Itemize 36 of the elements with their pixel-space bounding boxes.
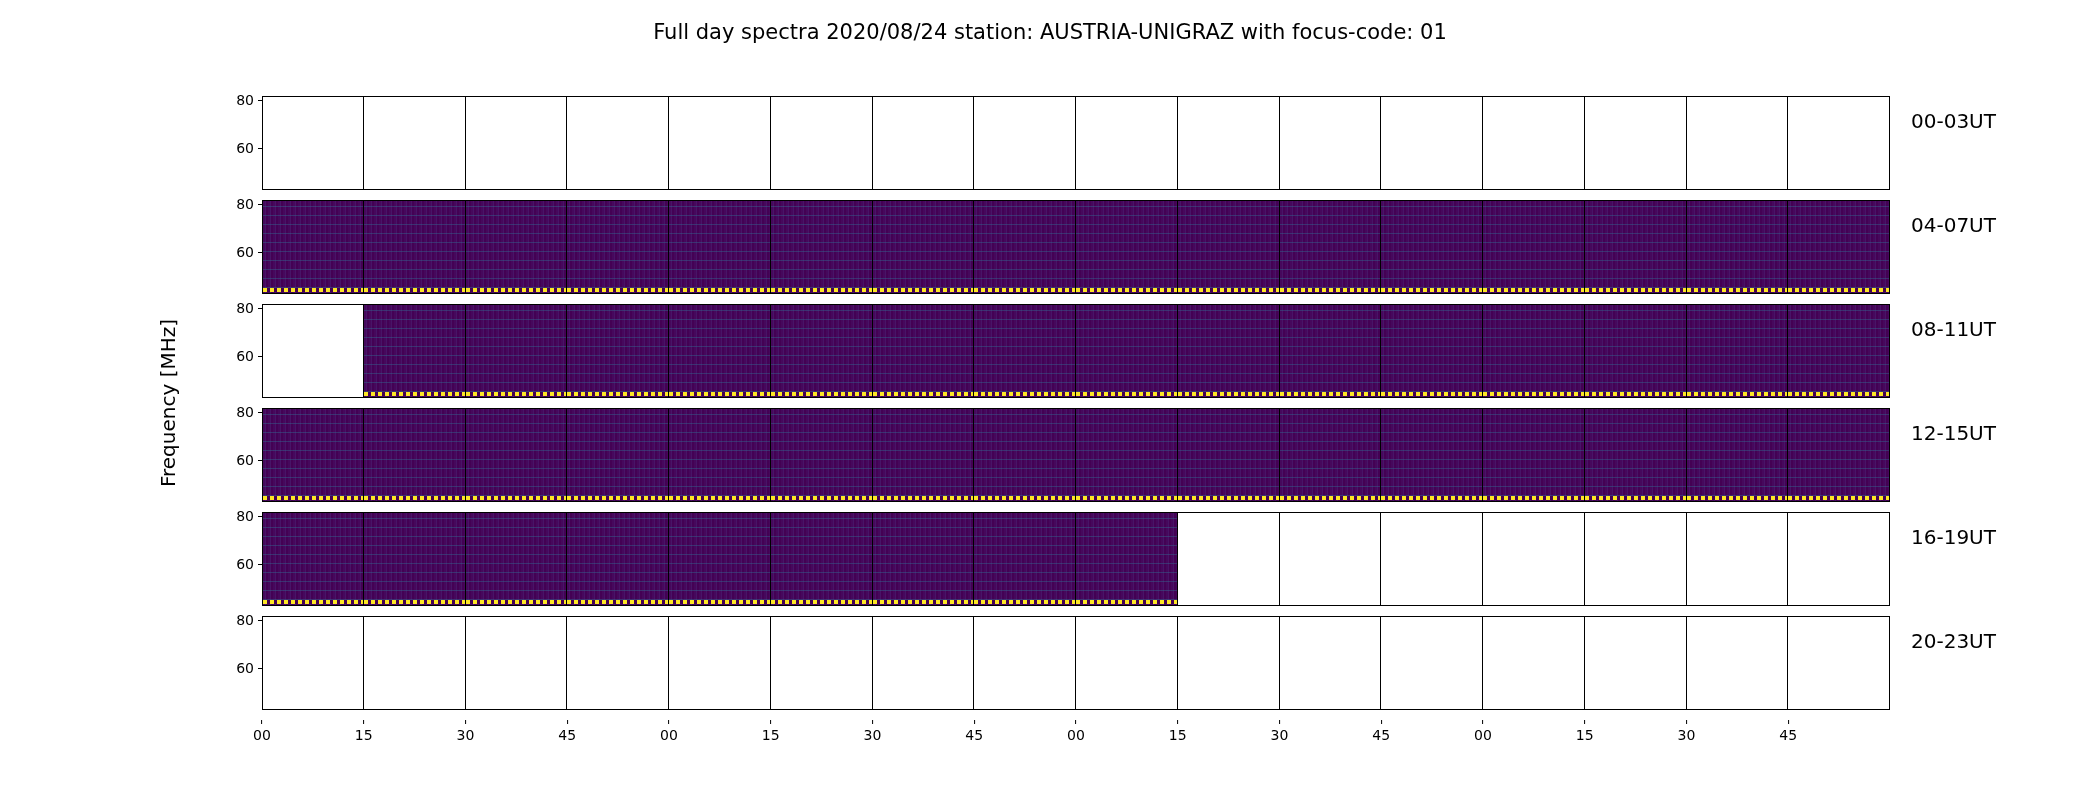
row-label: 04-07UT bbox=[1910, 212, 1997, 239]
chart-title: Full day spectra 2020/08/24 station: AUSTRIA-UNIGRAZ with focus-code: 01 bbox=[653, 20, 1447, 44]
x-tick-label: 15 bbox=[354, 720, 373, 743]
y-tick-label: 60 bbox=[236, 244, 262, 260]
y-tick-label: 60 bbox=[236, 140, 262, 156]
x-tick-label: 15 bbox=[761, 720, 780, 743]
y-tick-label: 80 bbox=[236, 612, 262, 628]
y-tick-label: 60 bbox=[236, 348, 262, 364]
y-tick-label: 60 bbox=[236, 452, 262, 468]
row-label: 00-03UT bbox=[1910, 108, 1997, 135]
x-tick-label: 00 bbox=[253, 720, 271, 743]
x-tick-label: 30 bbox=[456, 720, 475, 743]
x-tick-label: 15 bbox=[1575, 720, 1594, 743]
x-tick-label: 30 bbox=[1270, 720, 1289, 743]
row-label: 12-15UT bbox=[1910, 420, 1997, 447]
x-tick-label: 45 bbox=[1779, 720, 1798, 743]
x-tick-label: 15 bbox=[1168, 720, 1187, 743]
y-tick-label: 60 bbox=[236, 660, 262, 676]
x-tick-label: 45 bbox=[558, 720, 577, 743]
y-tick-label: 80 bbox=[236, 404, 262, 420]
y-tick-label: 80 bbox=[236, 300, 262, 316]
row-label: 16-19UT bbox=[1910, 524, 1997, 551]
x-tick-label: 45 bbox=[1372, 720, 1391, 743]
x-tick-label: 45 bbox=[965, 720, 984, 743]
x-tick-label: 00 bbox=[1474, 720, 1492, 743]
x-tick-label: 00 bbox=[660, 720, 678, 743]
y-tick-label: 60 bbox=[236, 556, 262, 572]
y-tick-label: 80 bbox=[236, 196, 262, 212]
x-tick-label: 30 bbox=[1677, 720, 1696, 743]
y-tick-label: 80 bbox=[236, 508, 262, 524]
x-tick-label: 30 bbox=[863, 720, 882, 743]
x-tick-label: 00 bbox=[1067, 720, 1085, 743]
row-label: 08-11UT bbox=[1910, 316, 1997, 343]
row-label: 20-23UT bbox=[1910, 628, 1997, 655]
y-tick-label: 80 bbox=[236, 92, 262, 108]
y-axis-label: Frequency [MHz] bbox=[156, 318, 180, 488]
